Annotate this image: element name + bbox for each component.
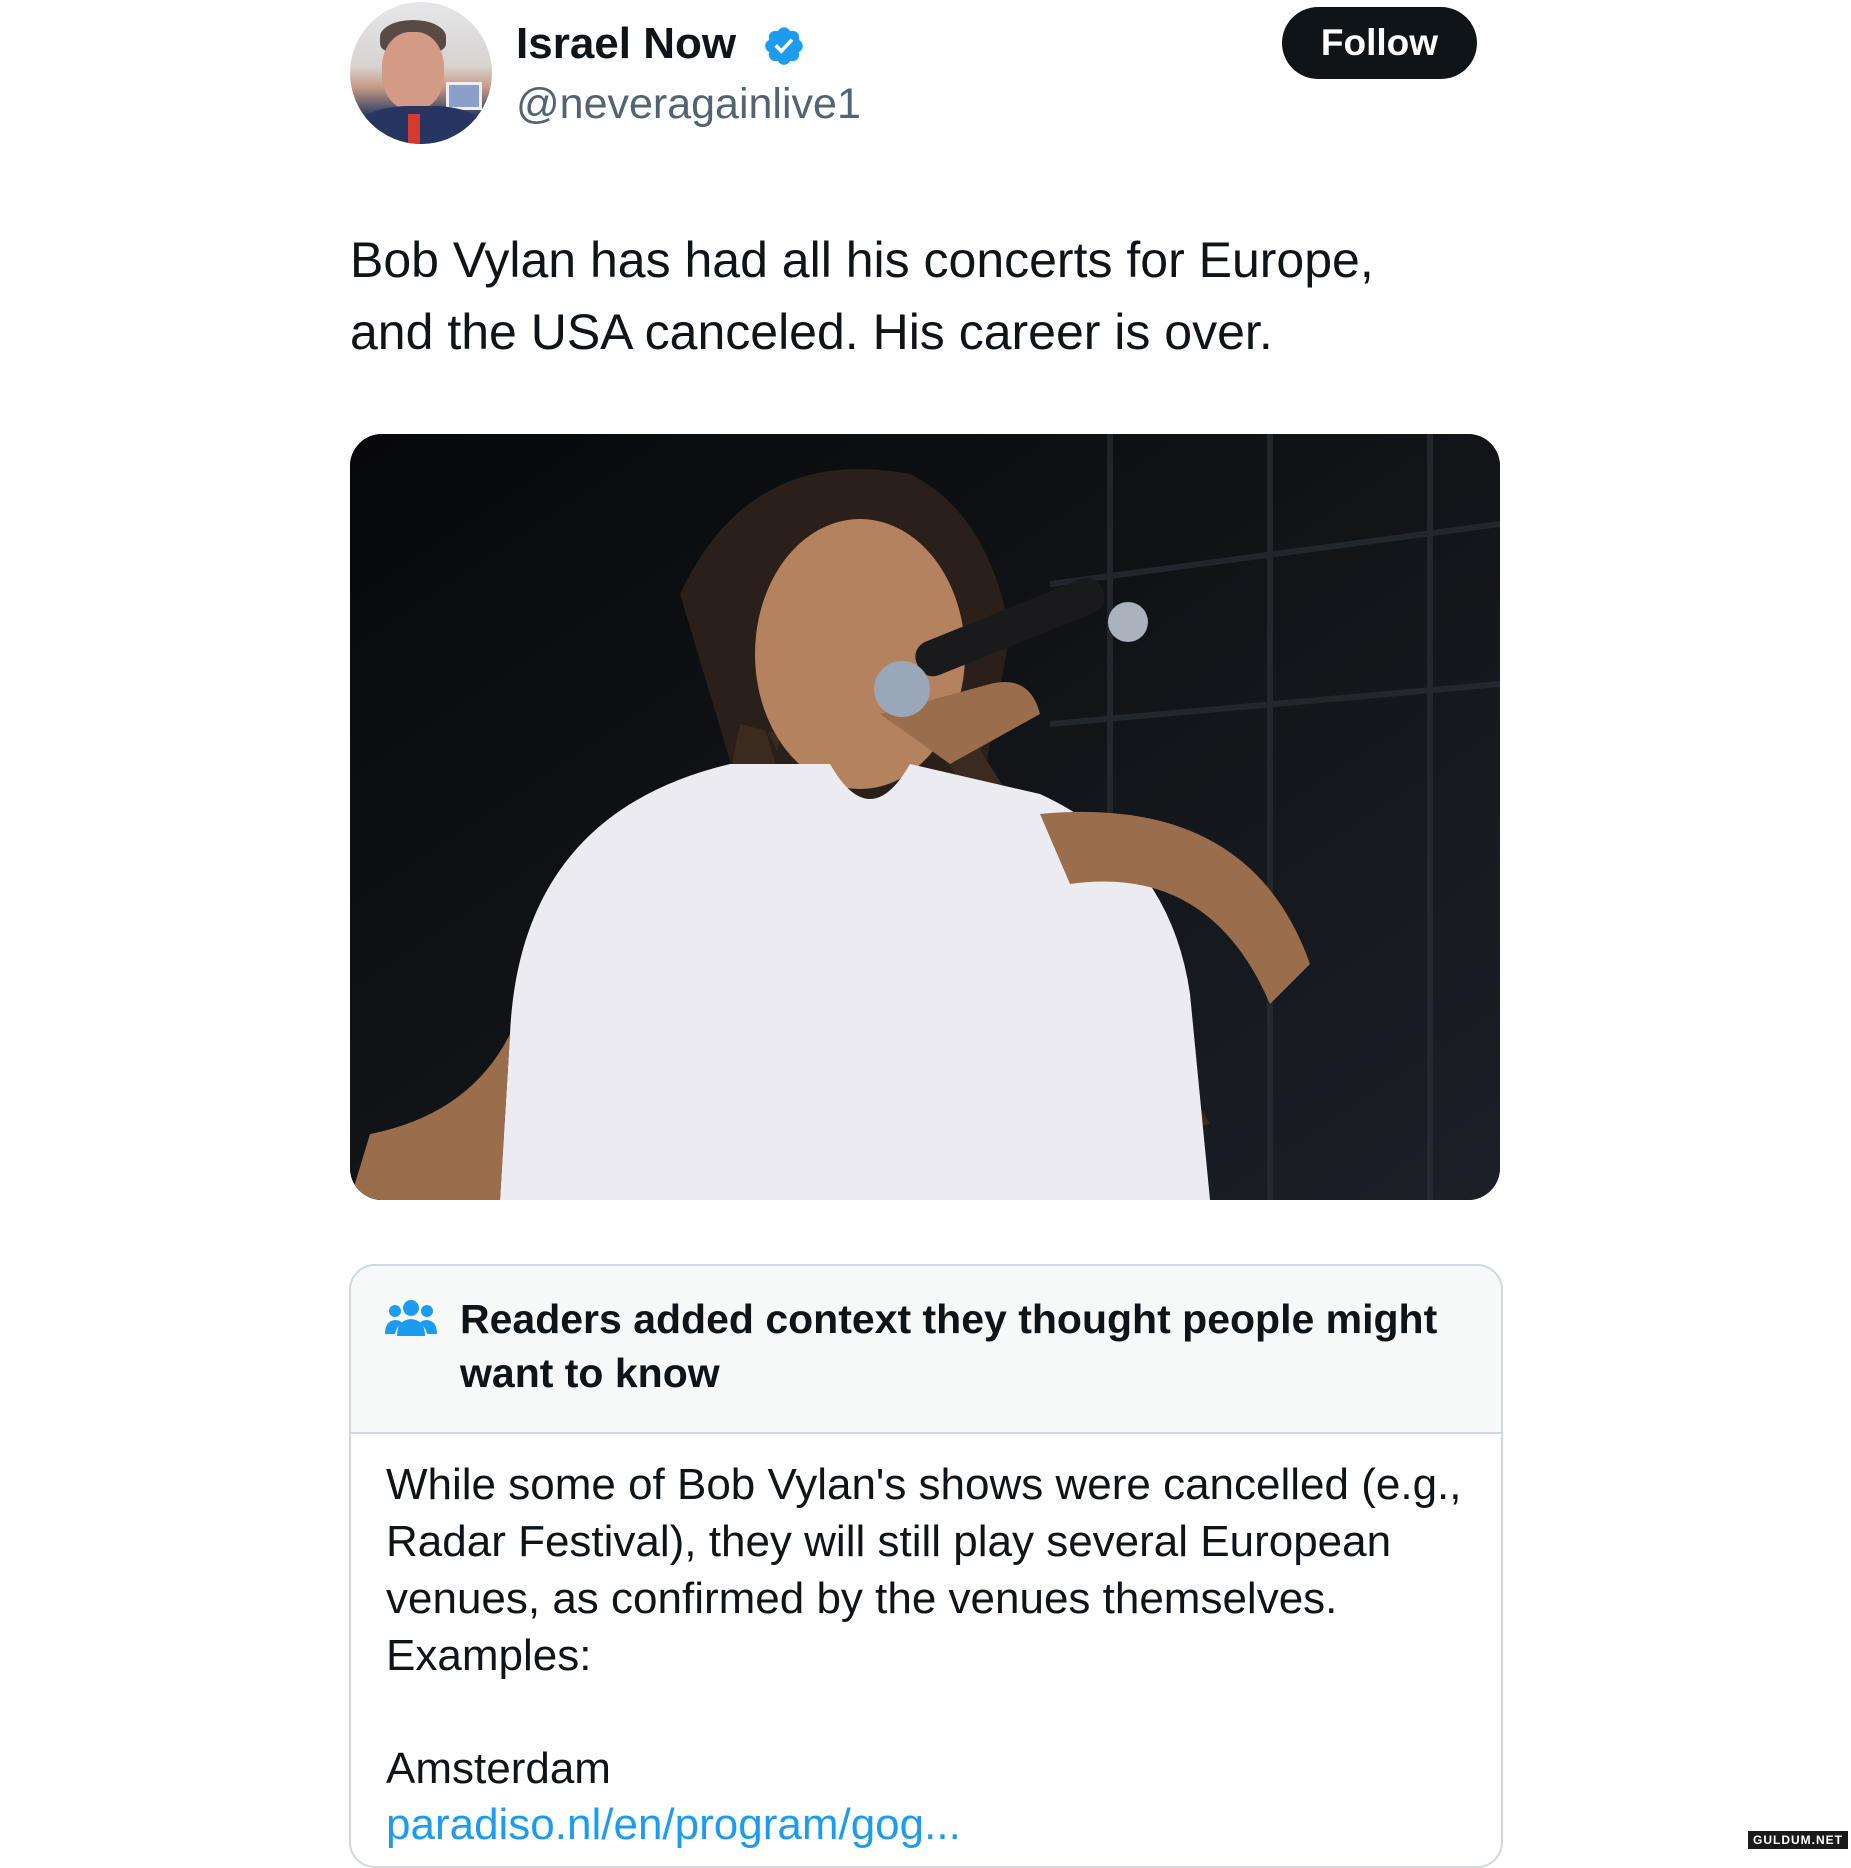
community-note-header: Readers added context they thought peopl… xyxy=(351,1266,1501,1434)
community-note: Readers added context they thought peopl… xyxy=(349,1264,1503,1868)
author-display-name[interactable]: Israel Now xyxy=(516,14,736,74)
community-note-city: Amsterdam xyxy=(386,1744,611,1793)
watermark: GULDUM.NET xyxy=(1748,1831,1848,1849)
follow-button[interactable]: Follow xyxy=(1282,7,1477,79)
avatar-background-frame xyxy=(446,82,482,110)
author-avatar[interactable] xyxy=(350,2,492,144)
avatar-face xyxy=(382,32,444,110)
community-note-body: While some of Bob Vylan's shows were can… xyxy=(386,1460,1462,1680)
avatar-tie xyxy=(408,114,420,144)
tweet-media-photo[interactable] xyxy=(350,434,1500,1200)
verified-badge-icon xyxy=(765,27,803,65)
tweet-text: Bob Vylan has had all his concerts for E… xyxy=(350,232,1374,360)
people-icon xyxy=(385,1300,437,1336)
community-note-source-link[interactable]: paradiso.nl/en/program/gog... xyxy=(386,1796,961,1853)
avatar-suit xyxy=(356,106,486,144)
performer-photo xyxy=(350,434,1500,1200)
author-handle[interactable]: @neveragainlive1 xyxy=(516,76,861,132)
community-note-title: Readers added context they thought peopl… xyxy=(460,1296,1438,1396)
